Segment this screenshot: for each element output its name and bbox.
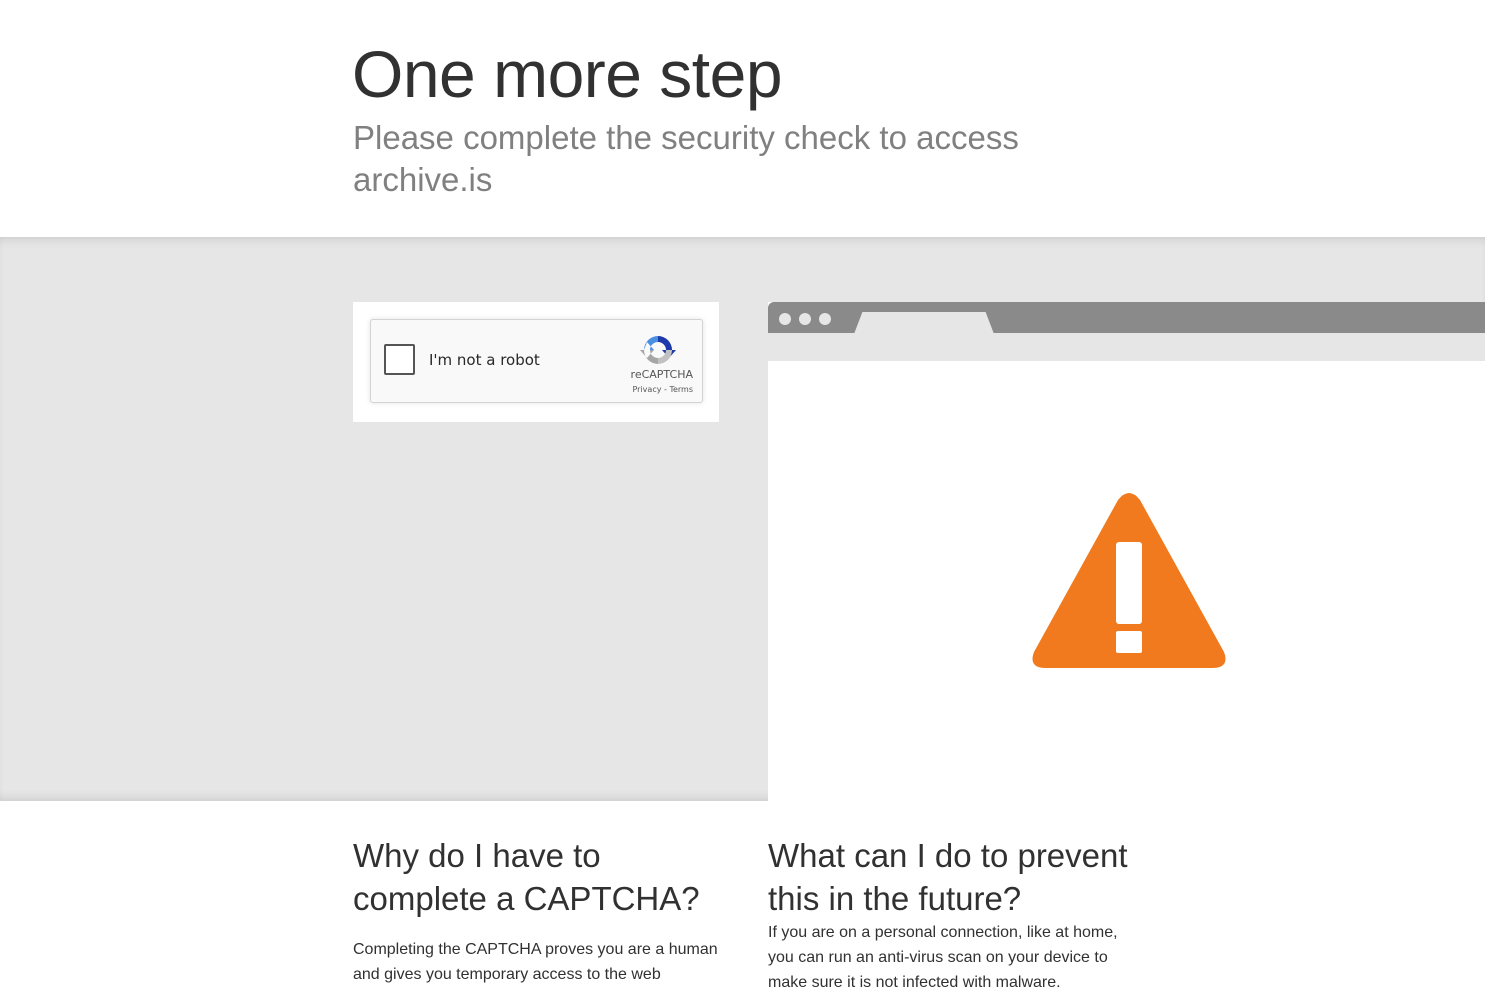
robot-checkbox-label: I'm not a robot — [429, 351, 540, 369]
faq-prevent-heading: What can I do to prevent this in the fut… — [768, 837, 1128, 917]
warning-triangle-icon — [1032, 493, 1226, 668]
window-dot-icon — [779, 313, 791, 325]
faq-why: Why do I have to complete a CAPTCHA? Com… — [353, 834, 723, 987]
browser-tab — [854, 312, 994, 334]
faq-why-heading: Why do I have to complete a CAPTCHA? — [353, 837, 700, 917]
recaptcha-widget: I'm not a robot reCAPTCHA Privacy - Term… — [370, 319, 703, 403]
privacy-link[interactable]: Privacy — [632, 385, 661, 394]
browser-title-bar — [768, 302, 1485, 334]
recaptcha-links: Privacy - Terms — [601, 385, 693, 394]
robot-checkbox[interactable] — [384, 344, 415, 375]
recaptcha-logo-icon — [640, 336, 676, 364]
faq-prevent-body: If you are on a personal connection, lik… — [768, 924, 1118, 990]
window-dot-icon — [819, 313, 831, 325]
terms-link[interactable]: Terms — [669, 385, 693, 394]
browser-toolbar — [768, 333, 1485, 361]
window-dot-icon — [799, 313, 811, 325]
faq-why-body: Completing the CAPTCHA proves you are a … — [353, 941, 718, 983]
page-subtitle: Please complete the security check to ac… — [353, 119, 1019, 198]
recaptcha-brand: reCAPTCHA — [630, 368, 693, 381]
faq-prevent: What can I do to prevent this in the fut… — [768, 834, 1138, 990]
page-title: One more step — [352, 37, 783, 111]
page-header: One more step Please complete the securi… — [0, 0, 1485, 237]
browser-illustration — [768, 302, 1485, 801]
captcha-card: I'm not a robot reCAPTCHA Privacy - Term… — [353, 302, 719, 422]
